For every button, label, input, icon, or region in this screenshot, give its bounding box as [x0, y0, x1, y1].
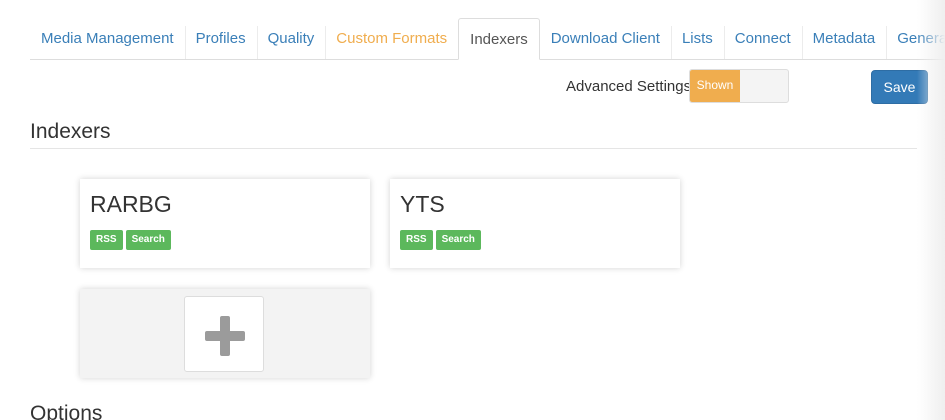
- indexer-badges: RSS Search: [400, 230, 481, 250]
- settings-tabs: Media Management Profiles Quality Custom…: [30, 18, 945, 60]
- search-badge: Search: [125, 230, 171, 250]
- scroll-edge-shadow: [917, 0, 945, 420]
- plus-icon: [205, 316, 245, 356]
- tab-connect[interactable]: Connect: [723, 18, 802, 59]
- indexer-name: YTS: [400, 191, 445, 217]
- tab-profiles[interactable]: Profiles: [184, 18, 257, 59]
- indexer-card-rarbg[interactable]: RARBG RSS Search: [80, 179, 370, 268]
- settings-page: Media Management Profiles Quality Custom…: [0, 0, 945, 420]
- options-section-title: Options: [30, 402, 103, 420]
- search-badge: Search: [435, 230, 481, 250]
- indexer-card-yts[interactable]: YTS RSS Search: [390, 179, 680, 268]
- rss-badge: RSS: [400, 230, 433, 250]
- indexer-name: RARBG: [90, 191, 172, 217]
- tab-metadata[interactable]: Metadata: [801, 18, 887, 59]
- advanced-settings-label: Advanced Settings: [566, 78, 692, 95]
- section-divider: [30, 148, 917, 149]
- tab-indexers[interactable]: Indexers: [458, 18, 540, 60]
- advanced-settings-toggle-value: Shown: [690, 70, 740, 102]
- rss-badge: RSS: [90, 230, 123, 250]
- tab-quality[interactable]: Quality: [256, 18, 326, 59]
- tab-download-client[interactable]: Download Client: [540, 18, 671, 59]
- tab-media-management[interactable]: Media Management: [30, 18, 185, 59]
- save-button[interactable]: Save: [871, 70, 928, 104]
- indexer-badges: RSS Search: [90, 230, 171, 250]
- add-indexer-button[interactable]: [184, 296, 264, 372]
- indexers-section-title: Indexers: [30, 120, 111, 143]
- tab-custom-formats[interactable]: Custom Formats: [325, 18, 458, 59]
- tab-lists[interactable]: Lists: [670, 18, 724, 59]
- advanced-settings-toggle[interactable]: Shown: [689, 69, 789, 103]
- add-indexer-card[interactable]: [80, 289, 370, 378]
- tab-general[interactable]: General: [886, 18, 945, 59]
